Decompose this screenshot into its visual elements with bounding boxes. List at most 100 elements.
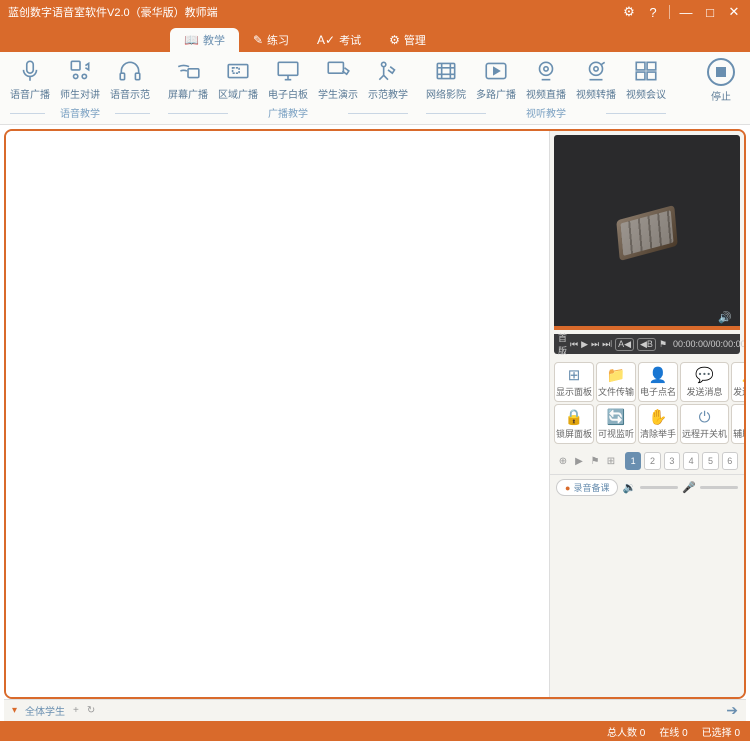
video-time: 00:00:00/00:00:00 xyxy=(673,339,746,349)
assist-tools-button[interactable]: ✏辅助工具 xyxy=(731,404,746,444)
student-canvas[interactable] xyxy=(6,131,549,697)
headset-icon xyxy=(115,58,145,84)
add-group-icon[interactable]: + xyxy=(73,705,79,716)
settings-icon[interactable]: ⚙ xyxy=(621,4,637,20)
play-icon[interactable]: ▶ xyxy=(581,339,588,350)
pager-play-icon[interactable]: ▶ xyxy=(572,454,586,468)
group-av-teaching: 网络影院 多路广播 视频直播 视频转播 视频会议 视听教学 xyxy=(426,58,666,122)
pencil-tool-icon: ✏ xyxy=(745,408,746,426)
roll-call-button[interactable]: 👤电子点名 xyxy=(638,362,678,402)
ribbon: 语音广播 师生对讲 语音示范 语音教学 屏幕广播 区域广播 电子白板 学生演示 … xyxy=(0,52,750,125)
tab-practice[interactable]: ✎练习 xyxy=(239,28,303,52)
video-preview[interactable]: 🔊 xyxy=(554,135,740,330)
remote-power-button[interactable]: ⏻远程开关机 xyxy=(680,404,729,444)
file-transfer-button[interactable]: 📁文件传输 xyxy=(596,362,636,402)
scroll-right-icon[interactable]: ➔ xyxy=(726,702,738,719)
voice-demo-button[interactable]: 语音示范 xyxy=(110,58,150,101)
wifi-screen-icon xyxy=(173,58,203,84)
volume-slider[interactable] xyxy=(640,486,678,489)
region-icon xyxy=(223,58,253,84)
status-selected: 已选择 0 xyxy=(702,724,740,739)
page-4-button[interactable]: 4 xyxy=(683,452,699,470)
power-icon: ⏻ xyxy=(699,408,711,426)
close-icon[interactable]: ✕ xyxy=(726,4,742,20)
intercom-icon xyxy=(65,58,95,84)
demo-teaching-button[interactable]: 示范教学 xyxy=(368,58,408,101)
show-panel-button[interactable]: ⊞显示面板 xyxy=(554,362,594,402)
pager-first-icon[interactable]: ⊕ xyxy=(556,454,570,468)
record-bar: ●录音备课 🔉 🎤 xyxy=(550,474,744,500)
record-dot-icon: ● xyxy=(565,483,570,493)
gear-icon: ⚙ xyxy=(389,33,400,47)
play-button-icon xyxy=(481,58,511,84)
status-bar: 总人数 0 在线 0 已选择 0 xyxy=(0,721,750,741)
tab-exam[interactable]: A✓考试 xyxy=(303,28,375,52)
vol-down-icon[interactable]: 🔉 xyxy=(622,481,636,494)
book-icon: 📖 xyxy=(184,33,199,47)
clear-hands-button[interactable]: ✋清除举手 xyxy=(638,404,678,444)
refresh-group-icon[interactable]: ↻ xyxy=(87,705,95,716)
collapse-icon[interactable]: ▾ xyxy=(12,705,17,716)
cd-icon[interactable]: ◀B xyxy=(637,338,656,351)
net-cinema-button[interactable]: 网络影院 xyxy=(426,58,466,101)
video-live-button[interactable]: 视频直播 xyxy=(526,58,566,101)
student-demo-button[interactable]: 学生演示 xyxy=(318,58,358,101)
mic-slider[interactable] xyxy=(700,486,738,489)
tab-manage[interactable]: ⚙管理 xyxy=(375,28,440,52)
end-icon[interactable]: ⏭∣ xyxy=(602,339,612,350)
send-notice-button[interactable]: 🔔发送通知 xyxy=(731,362,746,402)
mic-small-icon[interactable]: 🎤 xyxy=(682,481,696,494)
page-5-button[interactable]: 5 xyxy=(702,452,718,470)
grid-plus-icon: ⊞ xyxy=(568,366,581,384)
stop-button[interactable]: 停止 xyxy=(702,58,740,122)
lock-icon: 🔒 xyxy=(565,408,584,426)
side-panel: 🔊 首版 ⏮ ▶ ⏭ ⏭∣ A◀ ◀B ⚑ 00:00:00/00:00:00 … xyxy=(549,131,744,697)
video-conf-button[interactable]: 视频会议 xyxy=(626,58,666,101)
bell-icon: 🔔 xyxy=(742,366,746,384)
group-label: 语音教学 xyxy=(10,103,150,122)
group-label: 视听教学 xyxy=(426,103,666,122)
lock-panel-button[interactable]: 🔒锁屏面板 xyxy=(554,404,594,444)
video-progress[interactable] xyxy=(554,326,740,330)
page-6-button[interactable]: 6 xyxy=(722,452,738,470)
refresh-icon: 🔄 xyxy=(607,408,626,426)
status-online: 在线 0 xyxy=(659,724,687,739)
webcam-relay-icon xyxy=(581,58,611,84)
help-icon[interactable]: ? xyxy=(645,4,661,20)
next-icon[interactable]: ⏭ xyxy=(591,339,599,350)
record-button[interactable]: ●录音备课 xyxy=(556,479,618,496)
pager-flag-icon[interactable]: ⚑ xyxy=(588,454,602,468)
film-reel-icon xyxy=(616,205,677,261)
tool-grid: ⊞显示面板 📁文件传输 👤电子点名 💬发送消息 🔔发送通知 🔒锁屏面板 🔄可视监… xyxy=(550,358,744,448)
tab-bar: 📖教学 ✎练习 A✓考试 ⚙管理 xyxy=(0,24,750,52)
group-label: 广播教学 xyxy=(168,103,408,122)
tab-teaching[interactable]: 📖教学 xyxy=(170,28,239,52)
visual-monitor-button[interactable]: 🔄可视监听 xyxy=(596,404,636,444)
pager-grid-icon[interactable]: ⊞ xyxy=(604,454,618,468)
page-3-button[interactable]: 3 xyxy=(664,452,680,470)
page-1-button[interactable]: 1 xyxy=(625,452,641,470)
page-2-button[interactable]: 2 xyxy=(644,452,660,470)
video-relay-button[interactable]: 视频转播 xyxy=(576,58,616,101)
voice-broadcast-button[interactable]: 语音广播 xyxy=(10,58,50,101)
whiteboard-button[interactable]: 电子白板 xyxy=(268,58,308,101)
multi-broadcast-button[interactable]: 多路广播 xyxy=(476,58,516,101)
titlebar: 蓝创数字语音室软件V2.0（豪华版）教师端 ⚙ ? — □ ✕ xyxy=(0,0,750,24)
screen-broadcast-button[interactable]: 屏幕广播 xyxy=(168,58,208,101)
maximize-icon[interactable]: □ xyxy=(702,4,718,20)
first-button[interactable]: 首版 xyxy=(558,331,567,357)
bottom-bar: ▾ 全体学生 + ↻ ➔ xyxy=(4,699,746,721)
prev-icon[interactable]: ⏮ xyxy=(570,339,578,350)
send-message-button[interactable]: 💬发送消息 xyxy=(680,362,729,402)
intercom-button[interactable]: 师生对讲 xyxy=(60,58,100,101)
ab-icon[interactable]: A◀ xyxy=(615,338,634,351)
user-check-icon: 👤 xyxy=(649,366,668,384)
all-students-tab[interactable]: 全体学生 xyxy=(25,703,65,718)
region-broadcast-button[interactable]: 区域广播 xyxy=(218,58,258,101)
flag-icon[interactable]: ⚑ xyxy=(659,339,667,350)
volume-icon[interactable]: 🔊 xyxy=(718,311,732,324)
student-demo-icon xyxy=(323,58,353,84)
minimize-icon[interactable]: — xyxy=(678,4,694,20)
film-icon xyxy=(431,58,461,84)
demo-icon xyxy=(373,58,403,84)
